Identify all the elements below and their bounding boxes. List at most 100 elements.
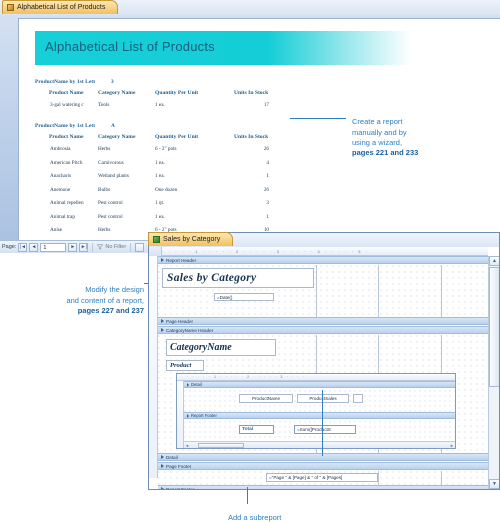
cell-units-in-stock: 1 bbox=[266, 173, 269, 179]
section-bar-page-header[interactable]: Page Header bbox=[158, 317, 488, 325]
control-total-label[interactable]: Total bbox=[239, 425, 274, 434]
cell-product-name: Animal trap bbox=[50, 213, 75, 220]
column-header-category-name-0: Category Name bbox=[98, 90, 136, 96]
callout-modify-report-text: Modify the design and content of a repor… bbox=[66, 285, 144, 305]
cell-quantity-per-unit: 1 ea. bbox=[155, 213, 165, 220]
cell-product-name: Animal repellen bbox=[50, 200, 84, 206]
report-title: Alphabetical List of Products bbox=[45, 39, 215, 54]
design-column-divider-8 bbox=[441, 471, 442, 485]
cell-quantity-per-unit: 1 qt. bbox=[155, 200, 165, 206]
scroll-right-arrow-icon[interactable]: ► bbox=[450, 443, 454, 448]
tab-sales-by-category[interactable]: Sales by Category bbox=[148, 232, 234, 246]
section-bar-detail[interactable]: Detail bbox=[158, 453, 488, 461]
cell-quantity-per-unit: 1 ea. bbox=[155, 102, 165, 108]
scroll-down-arrow-icon[interactable]: ▼ bbox=[489, 479, 499, 489]
subreport-section-bar-detail[interactable]: Detail bbox=[184, 381, 455, 388]
first-record-icon[interactable]: |◄ bbox=[18, 242, 28, 252]
callout-create-report-pages: pages 221 and 233 bbox=[352, 148, 419, 158]
vertical-ruler[interactable] bbox=[149, 256, 158, 478]
column-header-units-in-stock-0: Units In Stock bbox=[234, 90, 269, 96]
design-scroll-thumb[interactable] bbox=[489, 267, 499, 387]
group-header-letter-0: 3 bbox=[111, 79, 114, 85]
control-product-sales-field[interactable]: ProductSales bbox=[297, 394, 349, 403]
last-record-icon[interactable]: ►| bbox=[79, 242, 89, 252]
section-expander-icon bbox=[161, 258, 164, 262]
filter-status[interactable]: No Filter bbox=[97, 244, 126, 250]
cell-units-in-stock: 4 bbox=[266, 159, 269, 166]
cell-quantity-per-unit: One dozen bbox=[155, 186, 178, 193]
control-extra-field[interactable] bbox=[353, 394, 363, 403]
design-column-divider-1 bbox=[316, 265, 317, 317]
section-label: Report Footer bbox=[166, 486, 195, 490]
section-bar-categoryname-header[interactable]: CategoryName Header bbox=[158, 326, 488, 334]
search-box[interactable] bbox=[135, 242, 145, 252]
callout-add-subreport: Add a subreport to a report, page 239 bbox=[228, 503, 388, 523]
callout-modify-report: Modify the design and content of a repor… bbox=[18, 275, 144, 316]
cell-category-name: Wetland plants bbox=[98, 173, 129, 179]
page-navigation-label: Page: bbox=[2, 244, 17, 250]
control-report-title[interactable]: Sales by Category bbox=[162, 268, 314, 288]
design-column-divider-7 bbox=[378, 471, 379, 485]
cell-product-name: Anacharis bbox=[50, 173, 72, 179]
control-product-label[interactable]: Product bbox=[166, 360, 204, 371]
group-header-letter-1: A bbox=[111, 123, 115, 129]
cell-quantity-per-unit: 1 ea. bbox=[155, 159, 165, 166]
subreport-scroll-thumb[interactable] bbox=[198, 443, 244, 448]
report-header-grid[interactable]: Sales by Category =Date() bbox=[158, 265, 488, 317]
cell-category-name: Pest control bbox=[98, 213, 123, 220]
cell-units-in-stock: 1 bbox=[266, 213, 269, 220]
leader-line-create-report bbox=[290, 118, 346, 119]
section-bar-page-footer[interactable]: Page Footer bbox=[158, 462, 488, 470]
report-title-banner: Alphabetical List of Products bbox=[35, 31, 411, 65]
callout-create-report: Create a report manually and by using a … bbox=[352, 107, 492, 159]
design-column-divider-2 bbox=[378, 265, 379, 317]
subreport-detail-grid[interactable]: ProductName ProductSales bbox=[184, 390, 455, 412]
control-category-name[interactable]: CategoryName bbox=[166, 339, 276, 356]
callout-modify-report-pages: pages 227 and 237 bbox=[77, 306, 144, 316]
scroll-left-arrow-icon[interactable]: ◄ bbox=[185, 443, 189, 448]
callout-create-report-text: Create a report manually and by using a … bbox=[352, 117, 407, 148]
leader-line-add-subreport bbox=[247, 487, 248, 504]
column-header-units-in-stock-1: Units In Stock bbox=[234, 134, 269, 140]
page-number-input[interactable]: 1 bbox=[40, 242, 67, 252]
horizontal-ruler[interactable]: · · · · · 1 · · · · · 2 · · · · · 3 · · … bbox=[149, 247, 488, 256]
section-expander-icon bbox=[187, 413, 189, 418]
previous-record-icon[interactable]: ◄ bbox=[29, 242, 39, 252]
cell-units-in-stock: 26 bbox=[263, 146, 269, 152]
scroll-up-arrow-icon[interactable]: ▲ bbox=[489, 256, 499, 266]
subreport-horizontal-scrollbar[interactable]: ◄ ► bbox=[184, 441, 455, 448]
design-vertical-scrollbar[interactable]: ▲ ▼ bbox=[488, 256, 499, 489]
cell-category-name: Carnivorous bbox=[98, 159, 124, 166]
nav-separator bbox=[92, 242, 94, 252]
categoryname-header-grid[interactable]: CategoryName Product · · · · · 1 · · · ·… bbox=[158, 335, 488, 453]
subreport-control[interactable]: · · · · · 1 · · · · · 2 · · · · · 3 · · … bbox=[176, 373, 456, 449]
column-header-quantity-per-unit-0: Quantity Per Unit bbox=[155, 90, 199, 96]
cell-category-name: Herbs bbox=[98, 146, 111, 152]
cell-units-in-stock: 3 bbox=[266, 200, 269, 206]
design-guide-line bbox=[322, 390, 323, 456]
page-footer-grid[interactable]: ="Page " & [Page] & " of " & [Pages] bbox=[158, 471, 488, 485]
control-page-expression[interactable]: ="Page " & [Page] & " of " & [Pages] bbox=[266, 473, 378, 482]
control-product-name-field[interactable]: ProductName bbox=[239, 394, 293, 403]
control-sum-expression[interactable]: =Sum([ProductS bbox=[294, 425, 356, 434]
section-expander-icon bbox=[161, 319, 164, 323]
tab-alphabetical-list-of-products[interactable]: Alphabetical List of Products bbox=[2, 0, 119, 14]
tab-label: Alphabetical List of Products bbox=[17, 4, 106, 11]
next-record-icon[interactable]: ► bbox=[68, 242, 78, 252]
filter-label: No Filter bbox=[105, 244, 127, 250]
section-expander-icon bbox=[161, 487, 164, 489]
subreport-footer-grid[interactable]: Total =Sum([ProductS bbox=[184, 421, 455, 443]
section-expander-icon bbox=[161, 464, 164, 468]
cell-product-name: Anise bbox=[50, 227, 63, 233]
column-header-product-name-1: Product Name bbox=[49, 134, 84, 140]
section-label: Report Footer bbox=[191, 413, 217, 418]
ruler-corner-selector[interactable] bbox=[149, 247, 162, 256]
control-date-expression[interactable]: =Date() bbox=[214, 293, 274, 301]
section-label: Detail bbox=[191, 382, 202, 387]
section-bar-report-footer[interactable]: Report Footer bbox=[158, 485, 488, 490]
cell-units-in-stock: 17 bbox=[263, 102, 269, 108]
section-bar-report-header[interactable]: Report Header bbox=[158, 256, 488, 264]
subreport-ruler-ticks: · · · · · 1 · · · · · 2 · · · · · 3 · · … bbox=[187, 375, 306, 379]
horizontal-ruler-ticks: · · · · · 1 · · · · · 2 · · · · · 3 · · … bbox=[162, 249, 370, 254]
subreport-section-bar-report-footer[interactable]: Report Footer bbox=[184, 412, 455, 419]
